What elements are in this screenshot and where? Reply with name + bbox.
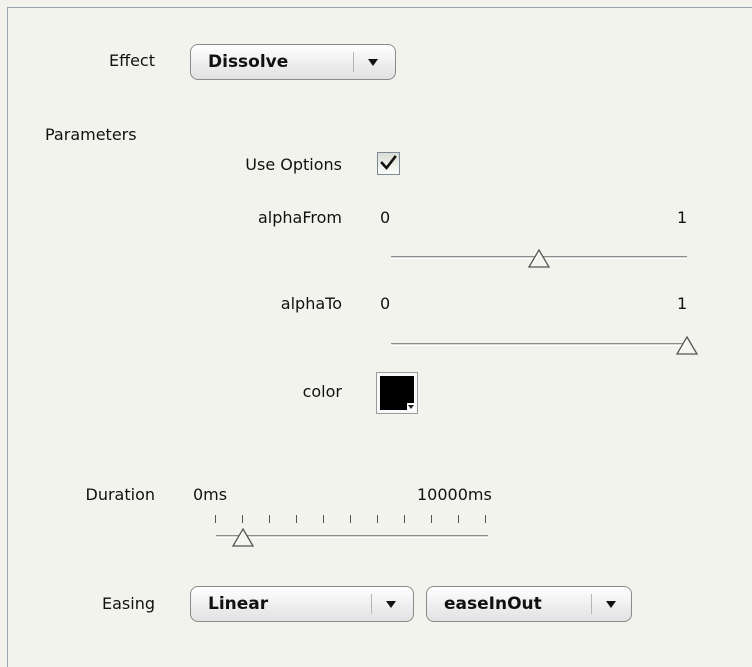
chevron-down-icon: [599, 587, 623, 621]
duration-slider-thumb[interactable]: [231, 528, 255, 548]
alpha-from-min-label: 0: [380, 208, 391, 227]
use-options-checkbox[interactable]: [377, 152, 400, 175]
duration-slider-track[interactable]: [216, 535, 488, 538]
chevron-down-icon: [361, 45, 385, 79]
easing-label: Easing: [102, 594, 155, 613]
alpha-to-slider-track[interactable]: [391, 343, 687, 346]
duration-tick: [458, 515, 459, 523]
color-label: color: [302, 382, 342, 401]
alpha-from-max-label: 1: [677, 208, 688, 227]
parameters-label: Parameters: [45, 125, 137, 144]
alpha-from-slider-thumb[interactable]: [527, 249, 551, 269]
check-icon: [380, 155, 397, 171]
duration-tick: [296, 515, 297, 523]
duration-tick: [323, 515, 324, 523]
duration-tick: [350, 515, 351, 523]
easing-type-value: Linear: [208, 594, 269, 614]
effect-label: Effect: [108, 51, 155, 70]
effect-dropdown-value: Dissolve: [208, 52, 289, 72]
combo-separator: [353, 52, 354, 72]
easing-mode-value: easeInOut: [444, 594, 542, 614]
combo-separator: [371, 594, 372, 614]
duration-max-label: 10000ms: [417, 485, 492, 504]
easing-type-dropdown[interactable]: Linear: [190, 586, 414, 622]
duration-tick: [215, 515, 216, 523]
duration-tick: [377, 515, 378, 523]
use-options-label: Use Options: [245, 155, 342, 174]
alpha-from-label: alphaFrom: [258, 208, 342, 227]
duration-tick: [404, 515, 405, 523]
alpha-to-label: alphaTo: [280, 294, 342, 313]
effect-dropdown[interactable]: Dissolve: [190, 44, 396, 80]
duration-tick: [269, 515, 270, 523]
duration-tick: [431, 515, 432, 523]
alpha-to-max-label: 1: [677, 294, 688, 313]
combo-separator: [591, 594, 592, 614]
caret-down-icon: [407, 403, 415, 411]
effect-settings-panel: [7, 7, 752, 667]
alpha-to-slider-thumb[interactable]: [675, 336, 699, 356]
alpha-to-min-label: 0: [380, 294, 391, 313]
duration-tick: [242, 515, 243, 523]
easing-mode-dropdown[interactable]: easeInOut: [426, 586, 632, 622]
color-picker-swatch[interactable]: [376, 372, 418, 414]
duration-tick: [485, 515, 486, 523]
duration-min-label: 0ms: [193, 485, 228, 504]
chevron-down-icon: [379, 587, 403, 621]
duration-label: Duration: [85, 485, 156, 504]
